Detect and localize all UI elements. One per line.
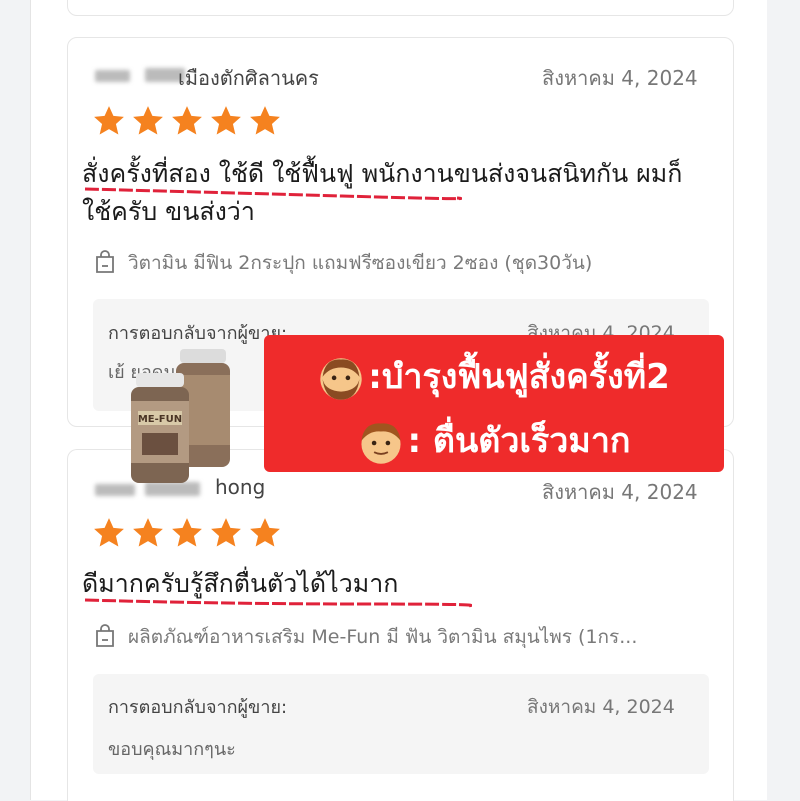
man-face-icon: [360, 422, 401, 464]
purchased-variant[interactable]: ผลิตภัณฑ์อาหารเสริม Me-Fun มี ฟัน วิตามิ…: [128, 622, 637, 652]
username-mask: [95, 484, 135, 496]
review-date: สิงหาคม 4, 2024: [542, 66, 698, 90]
shopping-bag-icon: [96, 250, 114, 273]
star-icon: [133, 518, 163, 547]
star-rating: [92, 104, 282, 138]
seller-reply-date: สิงหาคม 4, 2024: [527, 696, 675, 718]
star-icon: [211, 518, 241, 547]
seller-reply-text: ขอบคุณมากๆนะ: [108, 739, 236, 760]
star-icon: [172, 518, 202, 547]
product-bottles-image: ME-FUN: [131, 349, 230, 483]
promo-line-1-text: :บำรุงฟื้นฟูสั่งครั้งที่2: [368, 357, 670, 397]
promo-line-2-text: : ตื่นตัวเร็วมาก: [407, 421, 631, 461]
star-rating: [92, 516, 282, 550]
seller-reply-label: การตอบกลับจากผู้ขาย:: [108, 697, 288, 718]
star-icon: [94, 106, 124, 135]
highlight-underline: [84, 598, 472, 608]
star-icon: [133, 106, 163, 135]
promo-line-1: :บำรุงฟื้นฟูสั่งครั้งที่2: [264, 349, 724, 403]
shopping-bag-icon: [96, 624, 114, 647]
star-icon: [250, 518, 280, 547]
promo-line-2: : ตื่นตัวเร็วมาก: [264, 413, 724, 467]
star-icon: [172, 106, 202, 135]
bottle-label: ME-FUN: [138, 414, 182, 425]
review-date: สิงหาคม 4, 2024: [542, 480, 698, 504]
bearded-man-face-icon: [320, 357, 362, 400]
star-icon: [250, 106, 280, 135]
highlight-underline: [84, 187, 462, 201]
promo-banner: :บำรุงฟื้นฟูสั่งครั้งที่2 : ตื่นตัวเร็วม…: [264, 335, 724, 472]
seller-reply-label: การตอบกลับจากผู้ขาย:: [108, 323, 288, 344]
reviewer-name[interactable]: เมืองตักศิลานคร: [178, 62, 319, 94]
star-icon: [211, 106, 241, 135]
scroll-gutter: [767, 0, 800, 800]
previous-review-card: [67, 0, 734, 16]
star-icon: [94, 518, 124, 547]
username-mask: [95, 70, 130, 82]
purchased-variant[interactable]: วิตามิน มีฟิน 2กระปุก แถมฟรีซองเขียว 2ซอ…: [128, 248, 592, 278]
